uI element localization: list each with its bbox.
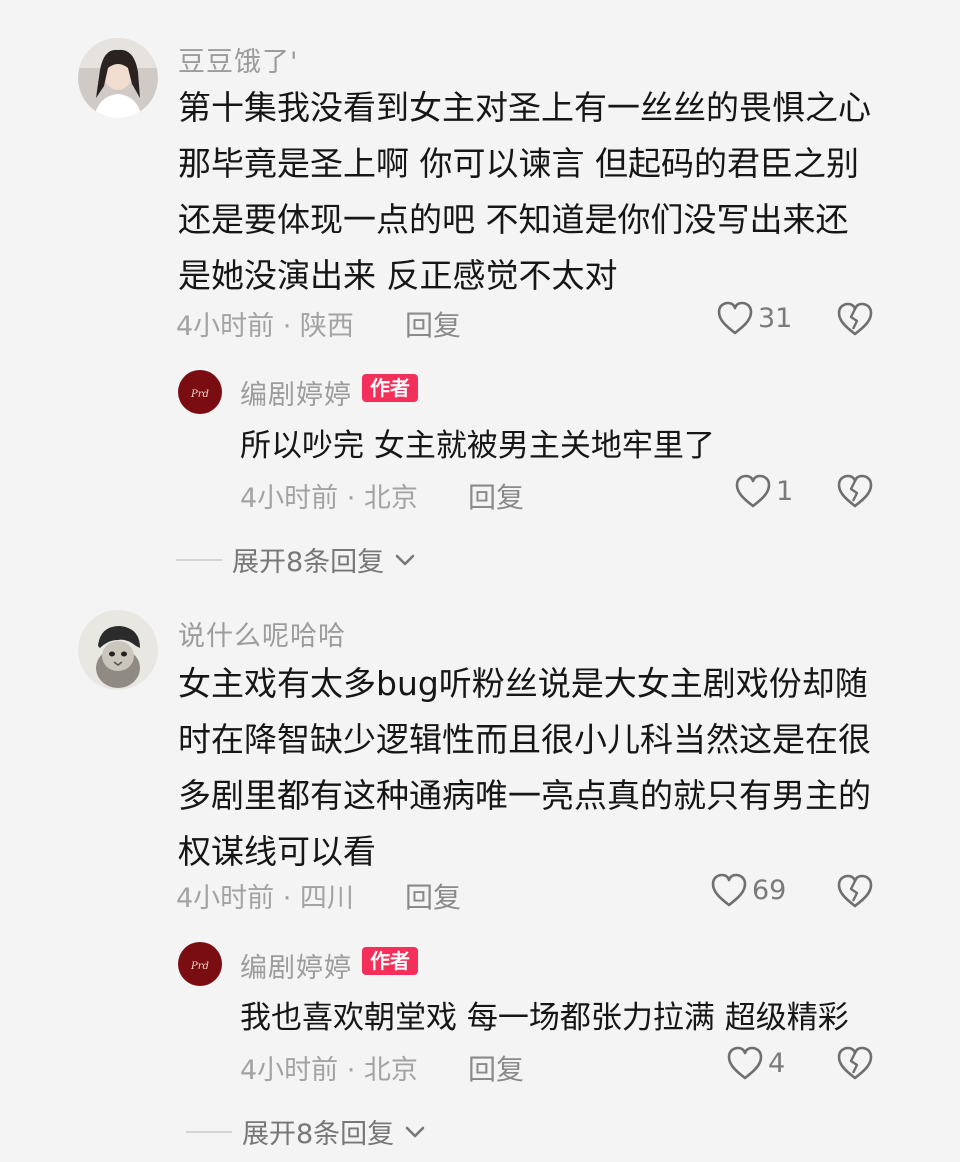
author-badge: 作者 xyxy=(362,374,418,402)
heart-outline-icon xyxy=(727,1046,763,1080)
avatar-shuoshenme[interactable] xyxy=(78,610,158,690)
broken-heart-icon xyxy=(837,474,873,508)
like-button[interactable]: 1 xyxy=(734,473,793,509)
reply-button[interactable]: 回复 xyxy=(405,876,461,916)
reply-button[interactable]: 回复 xyxy=(468,1048,524,1088)
chevron-down-icon xyxy=(395,554,415,565)
reply-text: 所以吵完 女主就被男主关地牢里了 xyxy=(240,428,715,464)
expand-replies-button[interactable]: 展开8条回复 xyxy=(176,540,416,579)
comment-text-line: 时在降智缺少逻辑性而且很小儿科当然这是在很 xyxy=(178,720,871,759)
reply-meta: 4小时前 · 北京 xyxy=(240,483,418,514)
reply-button[interactable]: 回复 xyxy=(468,476,524,516)
reply-username[interactable]: 编剧婷婷 xyxy=(240,946,352,985)
broken-heart-icon xyxy=(837,302,873,336)
like-count: 31 xyxy=(758,302,793,334)
divider xyxy=(176,558,222,561)
comment-meta: 4小时前 · 四川 xyxy=(176,883,354,914)
comment-text-line: 是她没演出来 反正感觉不太对 xyxy=(178,256,618,295)
comment-username[interactable]: 豆豆饿了' xyxy=(178,40,298,79)
divider xyxy=(186,1130,232,1133)
expand-replies-label: 展开8条回复 xyxy=(232,547,385,578)
like-count: 1 xyxy=(776,475,794,507)
comment-text-line: 第十集我没看到女主对圣上有一丝丝的畏惧之心 xyxy=(178,88,871,127)
svg-text:Prd: Prd xyxy=(190,389,209,400)
like-button[interactable]: 69 xyxy=(710,872,786,908)
author-badge: 作者 xyxy=(362,947,418,975)
comment-text: 第十集我没看到女主对圣上有一丝丝的畏惧之心 那毕竟是圣上啊 你可以谏言 但起码的… xyxy=(178,80,871,304)
broken-heart-icon xyxy=(837,874,873,908)
comment-text-line: 还是要体现一点的吧 不知道是你们没写出来还 xyxy=(178,200,849,239)
comment-text: 女主戏有太多bug听粉丝说是大女主剧戏份却随 时在降智缺少逻辑性而且很小儿科当然… xyxy=(178,656,871,880)
reply-username[interactable]: 编剧婷婷 xyxy=(240,373,352,412)
like-button[interactable]: 4 xyxy=(726,1045,785,1081)
heart-outline-icon xyxy=(717,301,753,335)
avatar-doudou[interactable] xyxy=(78,38,158,118)
expand-replies-button[interactable]: 展开8条回复 xyxy=(186,1112,426,1151)
like-button[interactable]: 31 xyxy=(716,300,792,336)
comment-text-line: 多剧里都有这种通病唯一亮点真的就只有男主的 xyxy=(178,776,871,815)
dislike-button[interactable] xyxy=(836,1045,874,1085)
like-count: 69 xyxy=(752,874,787,906)
heart-outline-icon xyxy=(711,873,747,907)
expand-replies-label: 展开8条回复 xyxy=(242,1119,395,1150)
comment-username[interactable]: 说什么呢哈哈 xyxy=(178,614,346,653)
comment-meta: 4小时前 · 陕西 xyxy=(176,311,354,342)
heart-outline-icon xyxy=(735,474,771,508)
broken-heart-icon xyxy=(837,1046,873,1080)
avatar-author[interactable]: Prd xyxy=(178,942,222,986)
comment-text-line: 那毕竟是圣上啊 你可以谏言 但起码的君臣之别 xyxy=(178,144,859,183)
avatar-author[interactable]: Prd xyxy=(178,370,222,414)
dislike-button[interactable] xyxy=(836,873,874,913)
reply-text: 我也喜欢朝堂戏 每一场都张力拉满 超级精彩 xyxy=(240,1000,849,1036)
reply-meta: 4小时前 · 北京 xyxy=(240,1055,418,1086)
svg-text:Prd: Prd xyxy=(190,961,209,972)
reply-button[interactable]: 回复 xyxy=(405,304,461,344)
dislike-button[interactable] xyxy=(836,301,874,341)
comment-text-line: 女主戏有太多bug听粉丝说是大女主剧戏份却随 xyxy=(178,664,868,703)
chevron-down-icon xyxy=(405,1126,425,1137)
dislike-button[interactable] xyxy=(836,473,874,513)
like-count: 4 xyxy=(768,1047,786,1079)
